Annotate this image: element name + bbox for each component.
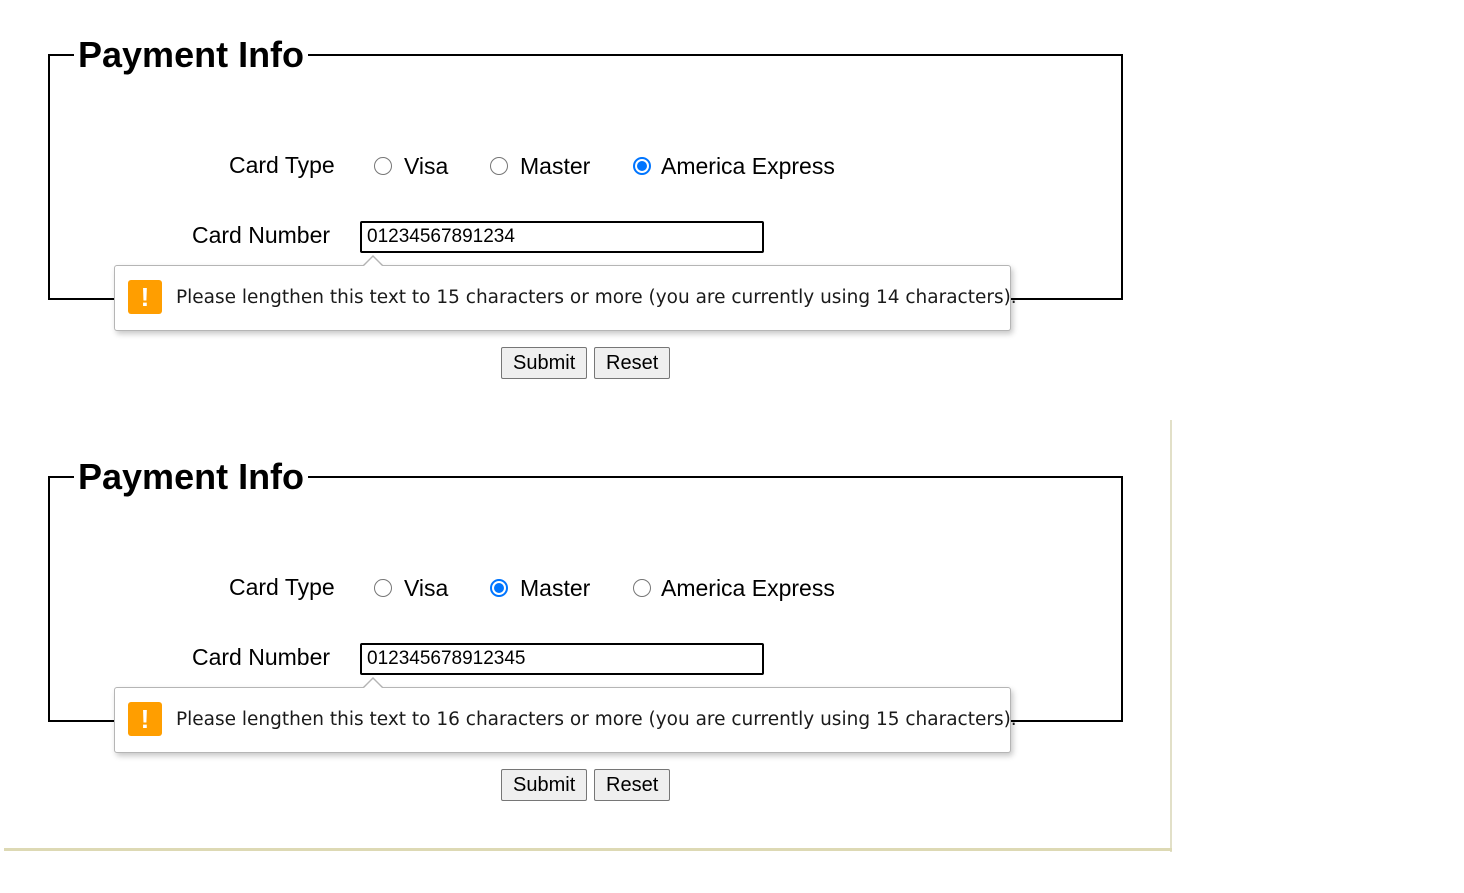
radio-visa[interactable] bbox=[374, 579, 392, 597]
payment-form: Payment Info Card Type Visa Master Ameri… bbox=[0, 422, 1200, 822]
payment-form: Payment Info Card Type Visa Master Ameri… bbox=[0, 0, 1200, 400]
reset-button[interactable]: Reset bbox=[594, 347, 670, 379]
tooltip-pointer-fill bbox=[363, 257, 383, 267]
card-number-input[interactable] bbox=[360, 221, 764, 253]
screenshot-frame-edge bbox=[4, 848, 1172, 851]
tooltip-pointer-fill bbox=[363, 679, 383, 689]
radio-label-visa[interactable]: Visa bbox=[404, 574, 448, 602]
radio-master[interactable] bbox=[490, 157, 508, 175]
validation-message: Please lengthen this text to 16 characte… bbox=[176, 709, 1017, 730]
radio-label-america-express[interactable]: America Express bbox=[661, 574, 835, 602]
submit-button[interactable]: Submit bbox=[501, 347, 587, 379]
card-type-label: Card Type bbox=[229, 574, 335, 600]
validation-tooltip: ! Please lengthen this text to 15 charac… bbox=[114, 265, 1017, 331]
card-type-label: Card Type bbox=[229, 152, 335, 178]
submit-button[interactable]: Submit bbox=[501, 769, 587, 801]
card-number-input[interactable] bbox=[360, 643, 764, 675]
warning-icon: ! bbox=[128, 280, 162, 314]
fieldset-legend: Payment Info bbox=[74, 32, 309, 78]
radio-label-america-express[interactable]: America Express bbox=[661, 152, 835, 180]
validation-tooltip: ! Please lengthen this text to 16 charac… bbox=[114, 687, 1017, 753]
warning-icon: ! bbox=[128, 702, 162, 736]
radio-label-master[interactable]: Master bbox=[520, 152, 590, 180]
screenshot-frame-edge bbox=[1170, 420, 1172, 852]
validation-message: Please lengthen this text to 15 characte… bbox=[176, 287, 1017, 308]
reset-button[interactable]: Reset bbox=[594, 769, 670, 801]
card-number-label: Card Number bbox=[192, 222, 331, 248]
radio-america-express[interactable] bbox=[633, 157, 651, 175]
radio-label-master[interactable]: Master bbox=[520, 574, 590, 602]
fieldset-legend: Payment Info bbox=[74, 454, 309, 500]
radio-visa[interactable] bbox=[374, 157, 392, 175]
radio-america-express[interactable] bbox=[633, 579, 651, 597]
radio-label-visa[interactable]: Visa bbox=[404, 152, 448, 180]
card-number-label: Card Number bbox=[192, 644, 331, 670]
radio-master[interactable] bbox=[490, 579, 508, 597]
